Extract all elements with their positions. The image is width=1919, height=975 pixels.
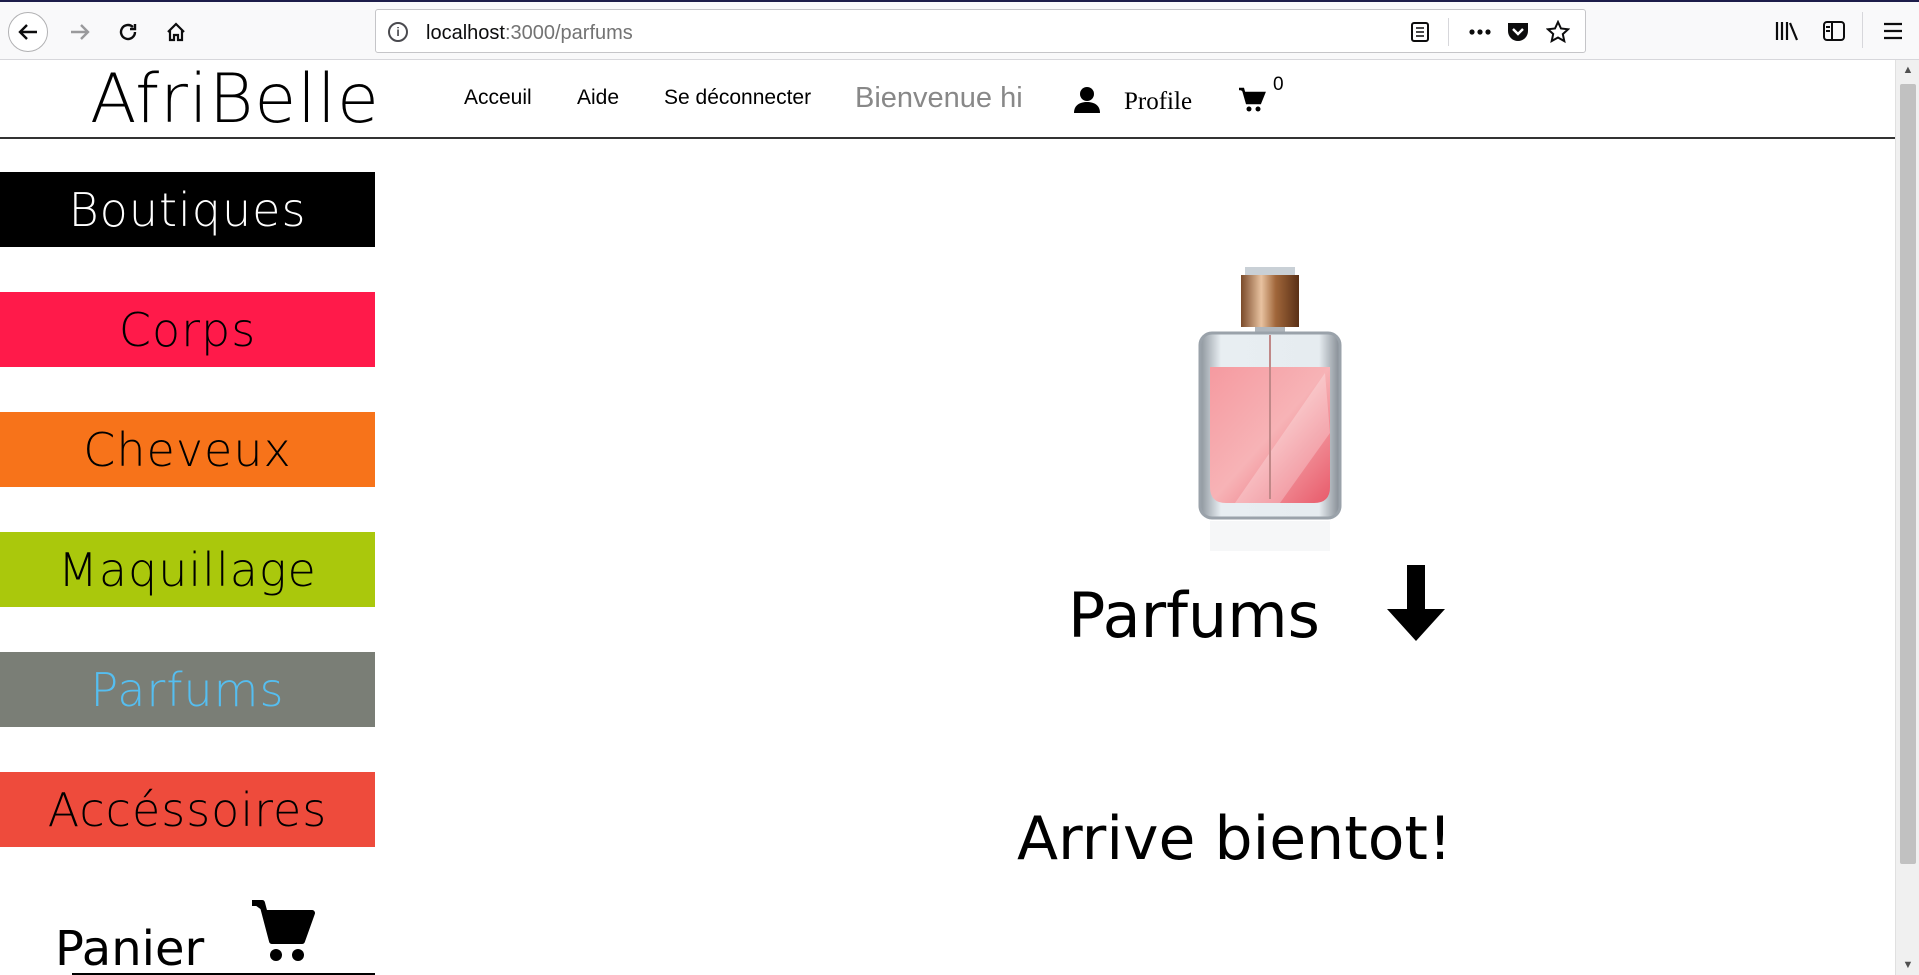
arrow-down-icon bbox=[1387, 565, 1445, 641]
home-button[interactable] bbox=[156, 12, 196, 52]
nav-aide[interactable]: Aide bbox=[577, 86, 619, 110]
back-button[interactable] bbox=[8, 12, 48, 52]
panier-cart-icon bbox=[252, 900, 315, 961]
url-path: :3000/parfums bbox=[504, 22, 633, 44]
browser-toolbar: i localhost:3000/parfums bbox=[0, 2, 1919, 60]
scroll-down-arrow-icon[interactable]: ▼ bbox=[1896, 959, 1919, 971]
profile-link[interactable]: Profile bbox=[1072, 84, 1192, 116]
user-icon bbox=[1074, 87, 1100, 113]
pocket-icon[interactable] bbox=[1504, 18, 1532, 46]
sidebar-item-parfums[interactable]: Parfums bbox=[0, 652, 375, 727]
scroll-up-arrow-icon[interactable]: ▲ bbox=[1896, 64, 1919, 76]
reader-view-icon[interactable] bbox=[1406, 18, 1434, 46]
home-icon bbox=[167, 22, 185, 42]
sidebar-item-boutiques[interactable]: Boutiques bbox=[0, 172, 375, 247]
forward-button[interactable] bbox=[60, 12, 100, 52]
nav-logout[interactable]: Se déconnecter bbox=[664, 86, 811, 110]
page-viewport: AfriBelle Acceuil Aide Se déconnecter Bi… bbox=[0, 60, 1895, 975]
sidebar-toggle-icon[interactable] bbox=[1817, 14, 1851, 48]
reload-button[interactable] bbox=[108, 12, 148, 52]
sidebar-item-accessoires[interactable]: Accéssoires bbox=[0, 772, 375, 847]
panier-label: Panier bbox=[55, 921, 205, 975]
perfume-bottle-image bbox=[1198, 267, 1342, 551]
menu-icon[interactable] bbox=[1876, 14, 1910, 48]
sidebar-item-corps[interactable]: Corps bbox=[0, 292, 375, 367]
welcome-text: Bienvenue hi bbox=[855, 82, 1023, 114]
forward-arrow-icon bbox=[71, 24, 90, 40]
category-title: Parfums bbox=[1068, 579, 1320, 652]
vertical-scrollbar[interactable]: ▲ ▼ bbox=[1895, 60, 1919, 975]
sidebar-item-label: Corps bbox=[118, 302, 257, 357]
page-actions-icon[interactable] bbox=[1466, 18, 1494, 46]
coming-soon-text: Arrive bientot! bbox=[1017, 804, 1452, 874]
sidebar-item-label: Boutiques bbox=[68, 182, 307, 237]
sidebar-item-label: Cheveux bbox=[83, 422, 292, 477]
reload-icon bbox=[119, 23, 137, 41]
nav-accueil[interactable]: Acceuil bbox=[464, 86, 532, 110]
header-cart[interactable]: 0 bbox=[1238, 74, 1284, 119]
address-bar[interactable]: i localhost:3000/parfums bbox=[375, 9, 1586, 53]
url-host: localhost bbox=[426, 22, 505, 44]
main-content: Parfums Arrive bientot! bbox=[375, 139, 1895, 975]
sidebar-item-label: Accéssoires bbox=[47, 782, 328, 837]
bookmark-star-icon[interactable] bbox=[1544, 18, 1572, 46]
cart-count: 0 bbox=[1273, 74, 1284, 95]
sidebar-item-cheveux[interactable]: Cheveux bbox=[0, 412, 375, 487]
scrollbar-thumb[interactable] bbox=[1900, 84, 1916, 864]
sidebar-item-label: Parfums bbox=[90, 662, 285, 717]
url-text[interactable]: localhost:3000/parfums bbox=[426, 22, 633, 45]
site-logo[interactable]: AfriBelle bbox=[90, 60, 380, 139]
sidebar-item-maquillage[interactable]: Maquillage bbox=[0, 532, 375, 607]
sidebar-item-label: Maquillage bbox=[58, 542, 317, 597]
library-icon[interactable] bbox=[1770, 14, 1804, 48]
back-arrow-icon bbox=[18, 24, 37, 40]
sidebar-panier[interactable]: Panier bbox=[0, 891, 375, 975]
site-info-icon[interactable]: i bbox=[388, 22, 408, 42]
url-separator bbox=[1448, 18, 1449, 46]
site-header: AfriBelle Acceuil Aide Se déconnecter Bi… bbox=[0, 60, 1895, 139]
profile-label: Profile bbox=[1124, 88, 1193, 115]
cart-icon bbox=[1239, 87, 1266, 112]
toolbar-separator bbox=[1862, 12, 1863, 48]
